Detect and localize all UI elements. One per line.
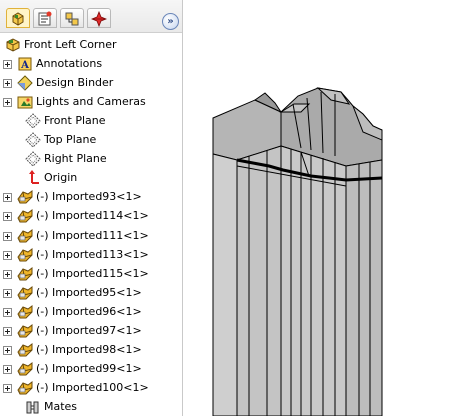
tree-item-label: (-) Imported96<1>	[36, 304, 142, 318]
plane-icon	[25, 132, 41, 148]
tree-item-label: Origin	[44, 171, 78, 185]
tree-item[interactable]: Right Plane	[0, 149, 182, 168]
tree-item[interactable]: (-) Imported99<1>	[0, 359, 182, 378]
part-icon	[17, 304, 33, 319]
tree-item[interactable]: (-) Imported114<1>	[0, 206, 182, 225]
feature-manager-icon	[12, 12, 24, 26]
tree-item[interactable]: (-) Imported111<1>	[0, 226, 182, 245]
expand-toggle[interactable]	[3, 98, 12, 108]
expand-toggle[interactable]	[3, 345, 12, 355]
tree-item-label: (-) Imported95<1>	[36, 285, 142, 299]
mates-icon	[26, 401, 39, 414]
expand-toggle[interactable]	[3, 231, 12, 241]
tree-item-label: (-) Imported99<1>	[36, 361, 142, 375]
tree-item[interactable]: (-) Imported100<1>	[0, 378, 182, 397]
tree-item-label: (-) Imported97<1>	[36, 323, 142, 337]
tree-item-label: Top Plane	[44, 133, 97, 147]
tree-item-label: (-) Imported114<1>	[36, 209, 149, 223]
feature-tree: Front Left Corner A Annotations Design Bin…	[0, 33, 182, 416]
tree-item-label: (-) Imported100<1>	[36, 380, 149, 394]
part-icon	[17, 285, 33, 300]
tree-item[interactable]: Mates	[0, 397, 182, 416]
tree-item[interactable]: Top Plane	[0, 130, 182, 149]
manager-tab-bar: »	[0, 0, 182, 33]
tree-item[interactable]: (-) Imported98<1>	[0, 340, 182, 359]
expand-toggle[interactable]	[3, 307, 12, 317]
model-view	[212, 87, 383, 417]
svg-text:A: A	[20, 60, 29, 71]
tree-item-label: Right Plane	[44, 152, 107, 166]
expand-toggle[interactable]	[3, 250, 12, 260]
part-icon	[17, 228, 33, 242]
tab-property-manager[interactable]	[33, 8, 57, 28]
tab-configuration-manager[interactable]	[60, 8, 84, 28]
tree-item-label: Front Plane	[44, 114, 106, 128]
expand-toggle[interactable]	[3, 288, 12, 298]
tree-root[interactable]: Front Left Corner	[0, 35, 182, 54]
dimxpert-icon	[91, 11, 107, 27]
expand-toggle[interactable]	[3, 79, 12, 89]
tab-feature-manager[interactable]	[6, 8, 30, 28]
configuration-manager-icon	[65, 12, 79, 26]
tree-item-label: (-) Imported98<1>	[36, 342, 142, 356]
tree-item-label: Lights and Cameras	[36, 95, 146, 109]
expand-toggle[interactable]	[3, 269, 12, 279]
tree-item-label: Mates	[44, 399, 78, 413]
feature-manager-panel: » Front Left Corner A Annotations Design B…	[0, 0, 183, 416]
design-binder-icon	[17, 75, 33, 91]
expand-toggle[interactable]	[3, 60, 12, 70]
tree-item[interactable]: (-) Imported95<1>	[0, 283, 182, 302]
expand-toggle[interactable]	[3, 364, 12, 374]
part-icon	[17, 266, 33, 281]
origin-icon	[29, 170, 39, 185]
tree-item[interactable]: Design Binder	[0, 73, 182, 92]
annotations-icon: A	[18, 57, 32, 71]
model-front-face	[345, 159, 383, 417]
part-icon	[17, 323, 33, 338]
tab-dimxpert-manager[interactable]	[87, 8, 111, 28]
tree-item[interactable]: Lights and Cameras	[0, 92, 182, 111]
part-icon	[17, 361, 33, 376]
tree-item[interactable]: (-) Imported113<1>	[0, 245, 182, 264]
tree-item[interactable]: A Annotations	[0, 54, 182, 73]
model-front-face	[236, 145, 282, 417]
plane-icon	[25, 113, 41, 129]
tree-item[interactable]: (-) Imported96<1>	[0, 302, 182, 321]
tree-root-label: Front Left Corner	[24, 38, 117, 51]
tree-item-label: (-) Imported111<1>	[36, 228, 149, 242]
expand-toggle[interactable]	[3, 383, 12, 393]
tree-item[interactable]: (-) Imported115<1>	[0, 264, 182, 283]
tree-item-label: (-) Imported93<1>	[36, 190, 142, 204]
plane-icon	[25, 151, 41, 168]
part-icon	[17, 380, 33, 395]
tree-item-label: Annotations	[36, 57, 103, 71]
model-front-face	[212, 153, 238, 417]
tree-item[interactable]: (-) Imported97<1>	[0, 321, 182, 340]
tree-item[interactable]: Front Plane	[0, 111, 182, 130]
part-icon	[17, 247, 33, 262]
tree-item-label: (-) Imported115<1>	[36, 266, 149, 280]
tree-item[interactable]: (-) Imported93<1>	[0, 187, 182, 206]
expand-toggle[interactable]	[3, 212, 12, 222]
assembly-icon	[6, 38, 20, 52]
lights-cameras-icon	[17, 96, 33, 109]
tree-item-label: (-) Imported113<1>	[36, 247, 149, 261]
part-icon	[17, 342, 33, 357]
part-icon	[17, 190, 33, 204]
graphics-viewport[interactable]	[183, 0, 457, 417]
expand-toggle[interactable]	[3, 193, 12, 203]
double-chevron-right-icon: »	[167, 16, 174, 27]
expand-toggle[interactable]	[3, 326, 12, 336]
part-icon	[17, 209, 33, 223]
tree-item-label: Design Binder	[36, 76, 114, 90]
tree-item[interactable]: Origin	[0, 168, 182, 187]
property-manager-icon	[38, 11, 52, 26]
collapse-panel-button[interactable]: »	[162, 13, 179, 30]
